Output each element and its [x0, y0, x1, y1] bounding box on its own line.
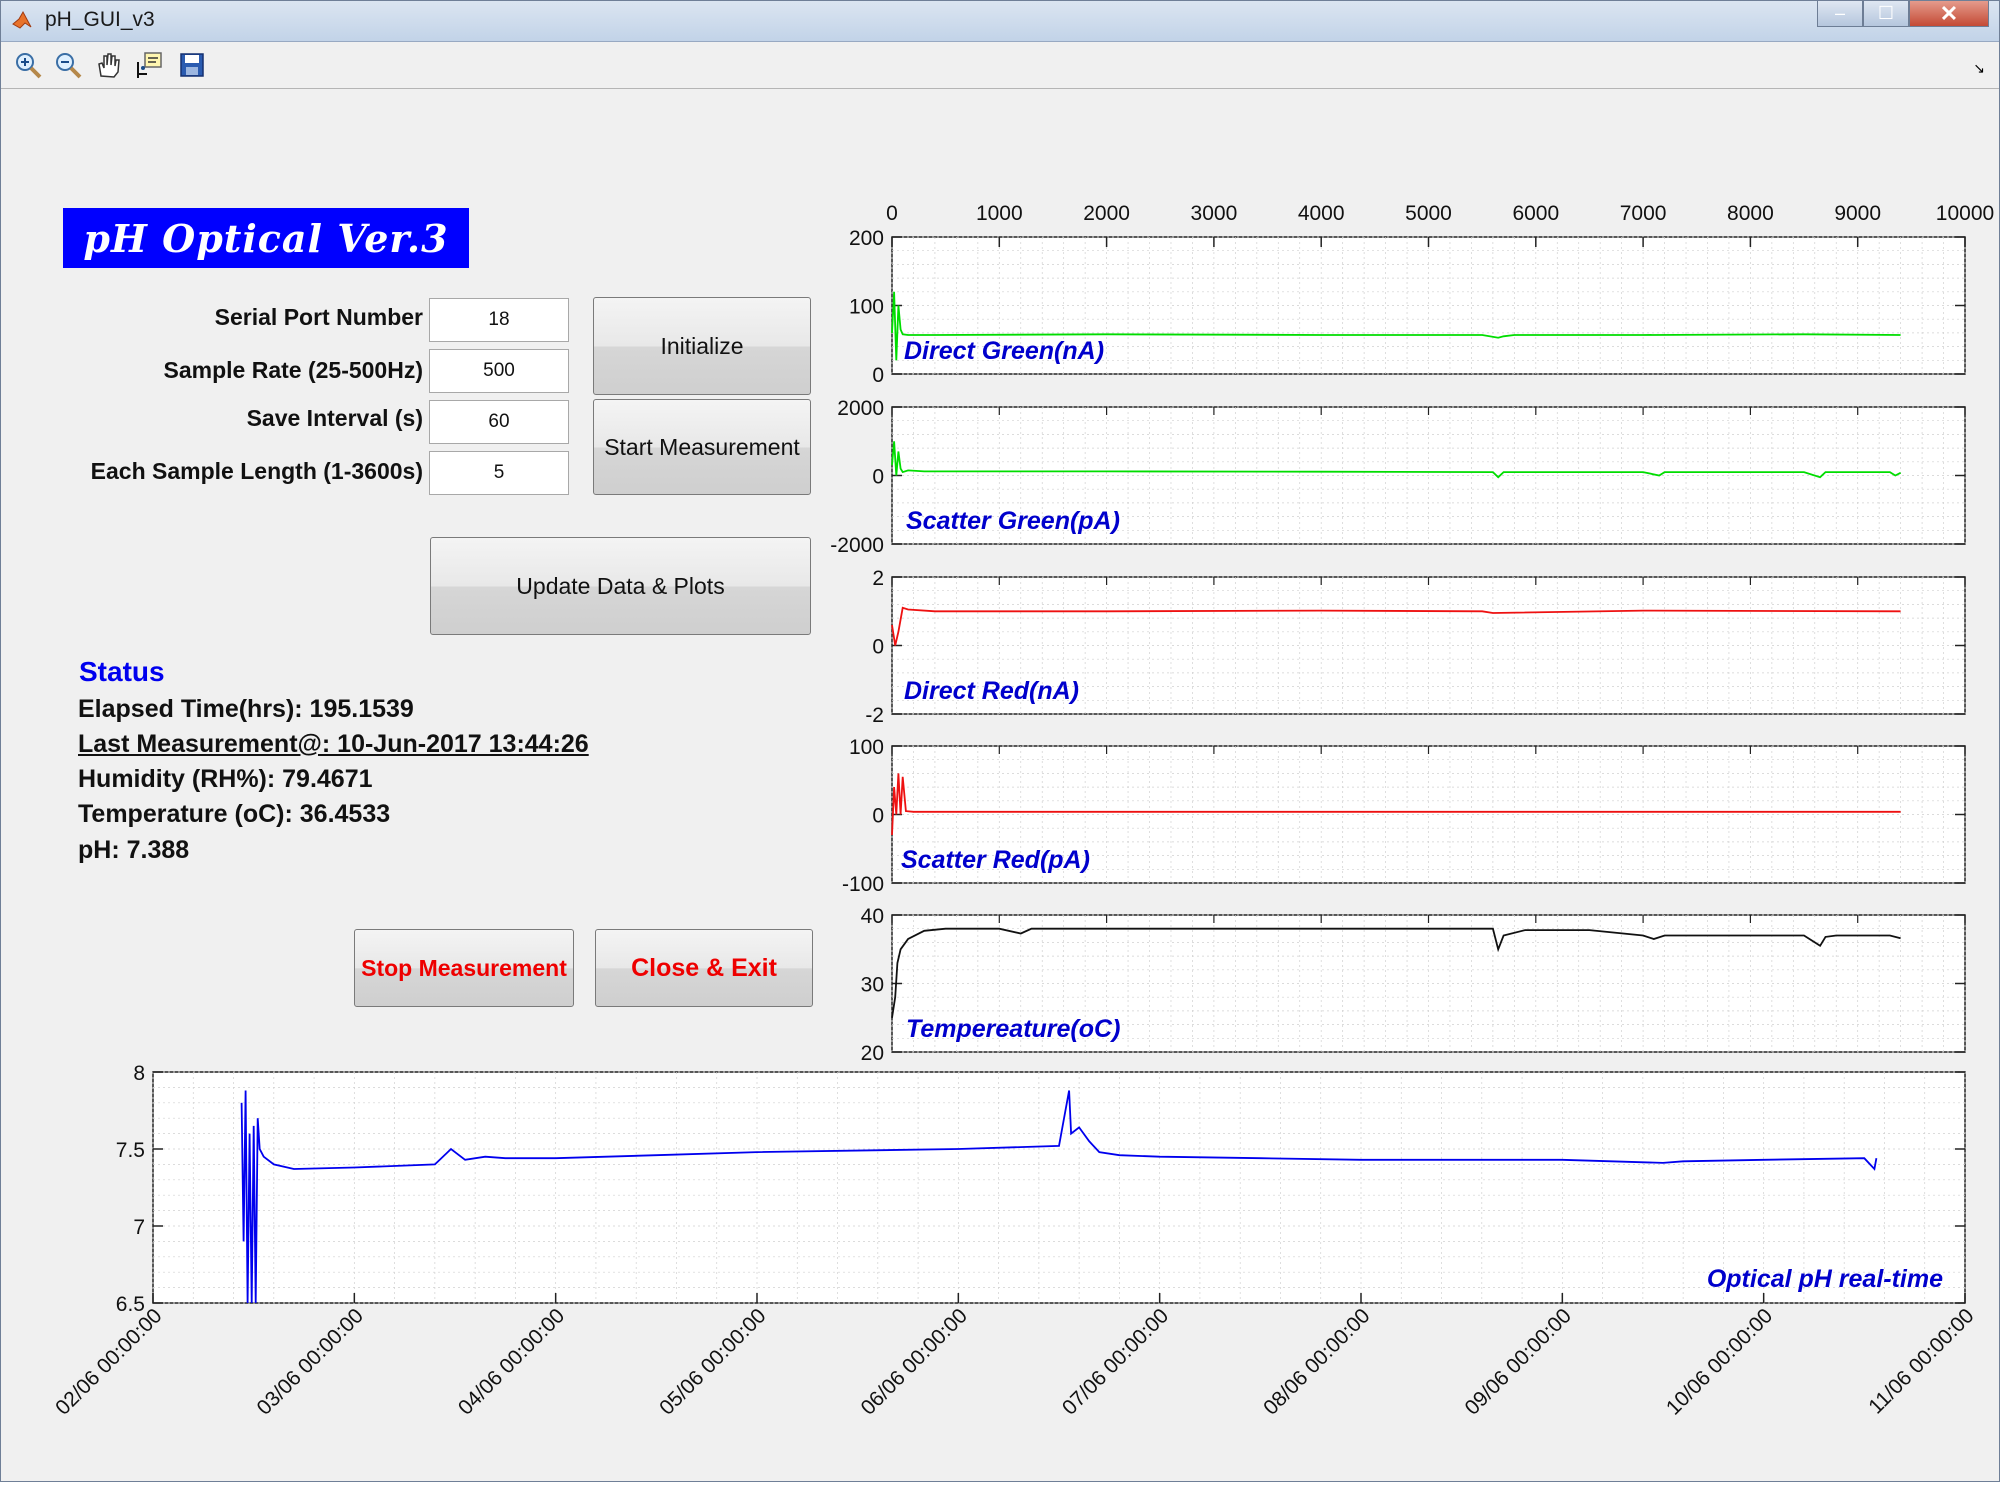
plots-canvas: 01002000 1000 2000 3000 4000 5000 6000 7000 8000… [51, 202, 1994, 1420]
x-tick-label: 10/06 00:00:00 [1662, 1304, 1777, 1419]
chart-6: 6.577.5802/06 00:00:00 03/06 00:00:00 04/0… [51, 1062, 1978, 1420]
x-tick-label: 07/06 00:00:00 [1058, 1304, 1173, 1419]
x-tick-label: 02/06 00:00:00 [51, 1304, 166, 1419]
y-tick-label: 2000 [837, 397, 884, 420]
y-tick-label: 100 [849, 296, 884, 319]
x-tick-label: 2000 [1083, 202, 1130, 225]
chart-title: Direct Green(nA) [904, 337, 1104, 365]
x-tick-label: 7000 [1620, 202, 1667, 225]
chart-title: Direct Red(nA) [904, 677, 1079, 705]
x-tick-label: 9000 [1834, 202, 1881, 225]
y-tick-label: 8 [133, 1062, 145, 1085]
x-tick-label: 05/06 00:00:00 [655, 1304, 770, 1419]
y-tick-label: 0 [872, 466, 884, 489]
chart-1: 01002000 1000 2000 3000 4000 5000 6000 7000 8000… [849, 202, 1994, 387]
chart-2: -2000 0 2000 Scatter Green(pA) [830, 397, 1966, 557]
x-tick-label: 06/06 00:00:00 [857, 1304, 972, 1419]
chart-5: 20 30 40 Tempereature(oC) [861, 905, 1966, 1065]
chart-title: Scatter Green(pA) [906, 507, 1120, 535]
y-tick-label: 40 [861, 905, 884, 928]
app-window: pH_GUI_v3 – ☐ ✕ ↘ pH Optical Ver.3 Seria… [0, 0, 2000, 1482]
plot-area [152, 1071, 1966, 1304]
x-tick-label: 03/06 00:00:00 [253, 1304, 368, 1419]
x-tick-label: 08/06 00:00:00 [1259, 1304, 1374, 1419]
y-tick-label: -2 [865, 704, 884, 727]
y-tick-label: -2000 [830, 534, 884, 557]
y-tick-label: 20 [861, 1042, 884, 1065]
y-tick-label: 7 [133, 1216, 145, 1239]
x-tick-label: 5000 [1405, 202, 1452, 225]
y-tick-label: 0 [872, 636, 884, 659]
x-tick-label: 10000 [1936, 202, 1994, 225]
y-tick-label: 100 [849, 736, 884, 759]
x-tick-label: 11/06 00:00:00 [1864, 1304, 1978, 1418]
chart-3: -2 0 2 Direct Red(nA) [865, 567, 1966, 727]
y-tick-label: 30 [861, 974, 884, 997]
x-tick-label: 09/06 00:00:00 [1461, 1304, 1576, 1419]
x-tick-label: 4000 [1298, 202, 1345, 225]
chart-title: Tempereature(oC) [906, 1015, 1120, 1043]
x-tick-label: 0 [886, 202, 898, 225]
x-tick-label: 1000 [976, 202, 1023, 225]
y-tick-label: 0 [872, 364, 884, 387]
chart-title: Optical pH real-time [1707, 1265, 1943, 1293]
x-tick-label: 8000 [1727, 202, 1774, 225]
x-tick-label: 6000 [1512, 202, 1559, 225]
y-tick-label: 7.5 [116, 1139, 145, 1162]
x-tick-label: 04/06 00:00:00 [454, 1304, 569, 1419]
y-tick-label: 200 [849, 227, 884, 250]
y-tick-label: 2 [872, 567, 884, 590]
y-tick-label: 0 [872, 805, 884, 828]
y-tick-label: -100 [842, 873, 884, 896]
x-tick-label: 3000 [1191, 202, 1238, 225]
chart-4: -100 0 100 Scatter Red(pA) [842, 736, 1966, 896]
chart-title: Scatter Red(pA) [901, 846, 1090, 874]
